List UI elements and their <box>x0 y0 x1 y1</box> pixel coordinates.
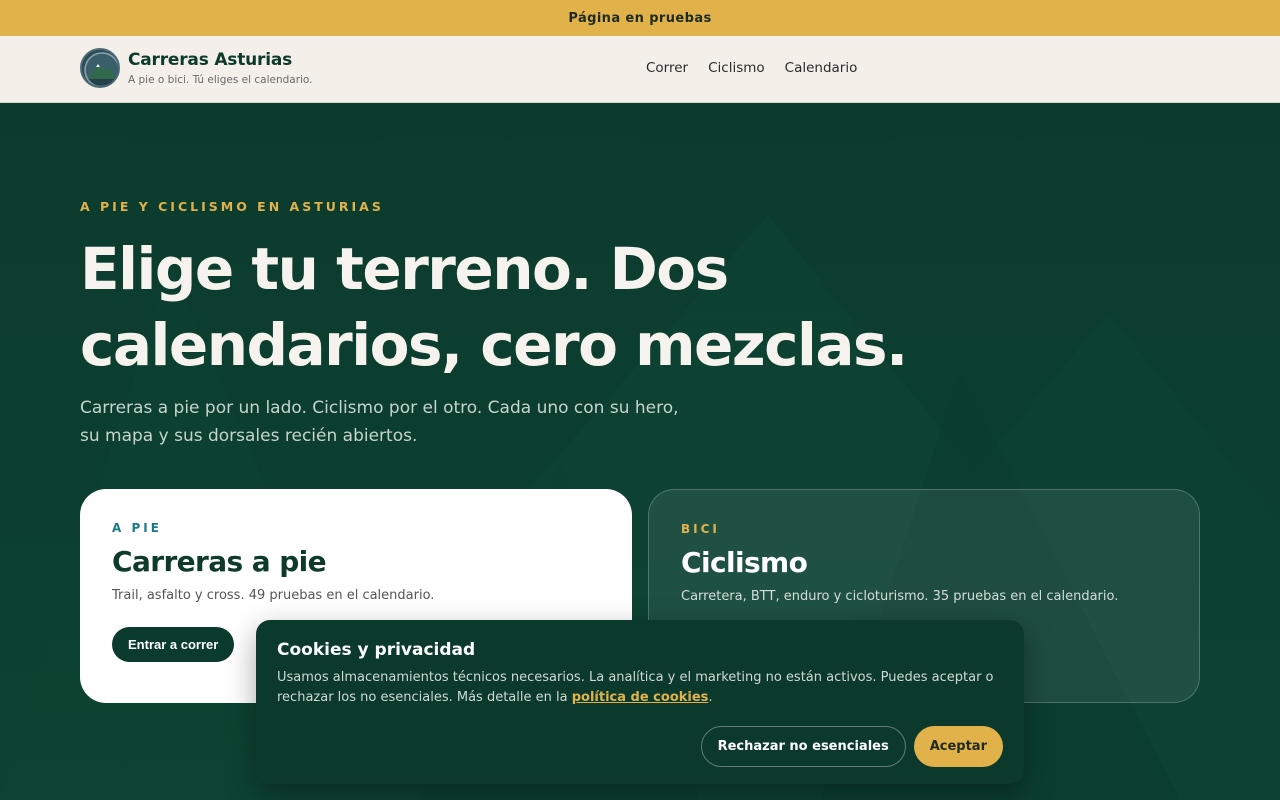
site-header: Carreras Asturias A pie o bici. Tú elige… <box>0 36 1280 103</box>
hero-headline: Elige tu terreno. Dos calendarios, cero … <box>80 235 908 379</box>
brand-tagline: A pie o bici. Tú eliges el calendario. <box>128 74 313 86</box>
brand-link[interactable]: Carreras Asturias A pie o bici. Tú elige… <box>80 48 313 88</box>
brand-name: Carreras Asturias <box>128 50 293 70</box>
nav-item-ciclismo[interactable]: Ciclismo <box>708 60 765 76</box>
mountain-badge-icon <box>80 48 120 88</box>
cookie-policy-link[interactable]: política de cookies <box>572 690 709 705</box>
cookie-period: . <box>708 690 713 705</box>
enter-run-button[interactable]: Entrar a correr <box>112 627 235 662</box>
bike-card-kicker: BICI <box>681 522 720 536</box>
nav-item-calendario[interactable]: Calendario <box>785 60 858 76</box>
run-card-description: Trail, asfalto y cross. 49 pruebas en el… <box>112 588 435 603</box>
accept-cookies-button[interactable]: Aceptar <box>913 726 1003 767</box>
reject-cookies-button[interactable]: Rechazar no esenciales <box>700 726 906 767</box>
hero-lead: Carreras a pie por un lado. Ciclismo por… <box>80 398 679 446</box>
cookie-text: Usamos almacenamientos técnicos necesari… <box>277 668 997 708</box>
run-card-kicker: A PIE <box>112 521 162 535</box>
test-banner-text: Página en pruebas <box>568 10 712 26</box>
test-banner: Página en pruebas <box>0 0 1280 36</box>
cookie-banner: Cookies y privacidad Usamos almacenamien… <box>256 620 1024 784</box>
main-nav: Correr Ciclismo Calendario <box>646 60 857 76</box>
hero-eyebrow: A PIE Y CICLISMO EN ASTURIAS <box>80 199 384 214</box>
nav-item-correr[interactable]: Correr <box>646 60 688 76</box>
bike-card-title: Ciclismo <box>681 546 808 579</box>
bike-card-description: Carretera, BTT, enduro y cicloturismo. 3… <box>681 589 1119 604</box>
cookie-title: Cookies y privacidad <box>277 640 476 660</box>
run-card-title: Carreras a pie <box>112 545 327 578</box>
